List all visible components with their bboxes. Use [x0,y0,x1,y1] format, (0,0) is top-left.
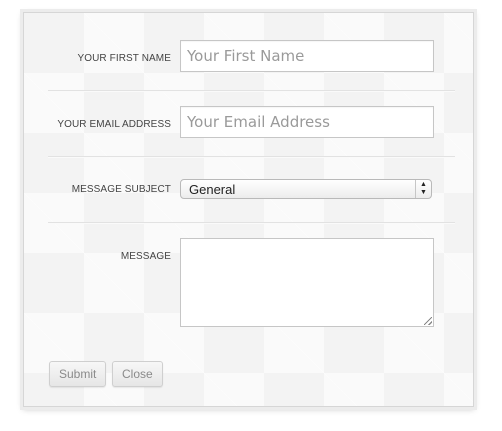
contact-form-panel: YOUR FIRST NAME YOUR EMAIL ADDRESS MESSA… [23,12,474,407]
subject-label: MESSAGE SUBJECT [71,184,171,195]
subject-selected-value: General [189,182,236,197]
row-divider [48,156,455,158]
arrow-down-icon: ▼ [420,189,427,196]
row-divider [48,90,455,92]
arrow-up-icon: ▲ [420,181,427,188]
subject-select[interactable]: General ▲ ▼ [180,179,432,199]
row-divider [48,222,455,224]
submit-button[interactable]: Submit [49,361,107,387]
first-name-input[interactable] [180,40,434,72]
message-textarea[interactable] [180,238,434,327]
email-label: YOUR EMAIL ADDRESS [57,119,171,130]
close-button[interactable]: Close [112,361,163,387]
select-arrows-icon: ▲ ▼ [415,180,431,198]
first-name-label: YOUR FIRST NAME [77,53,171,64]
resize-handle-icon[interactable] [424,317,432,325]
email-input[interactable] [180,106,434,138]
message-label: MESSAGE [120,251,171,262]
